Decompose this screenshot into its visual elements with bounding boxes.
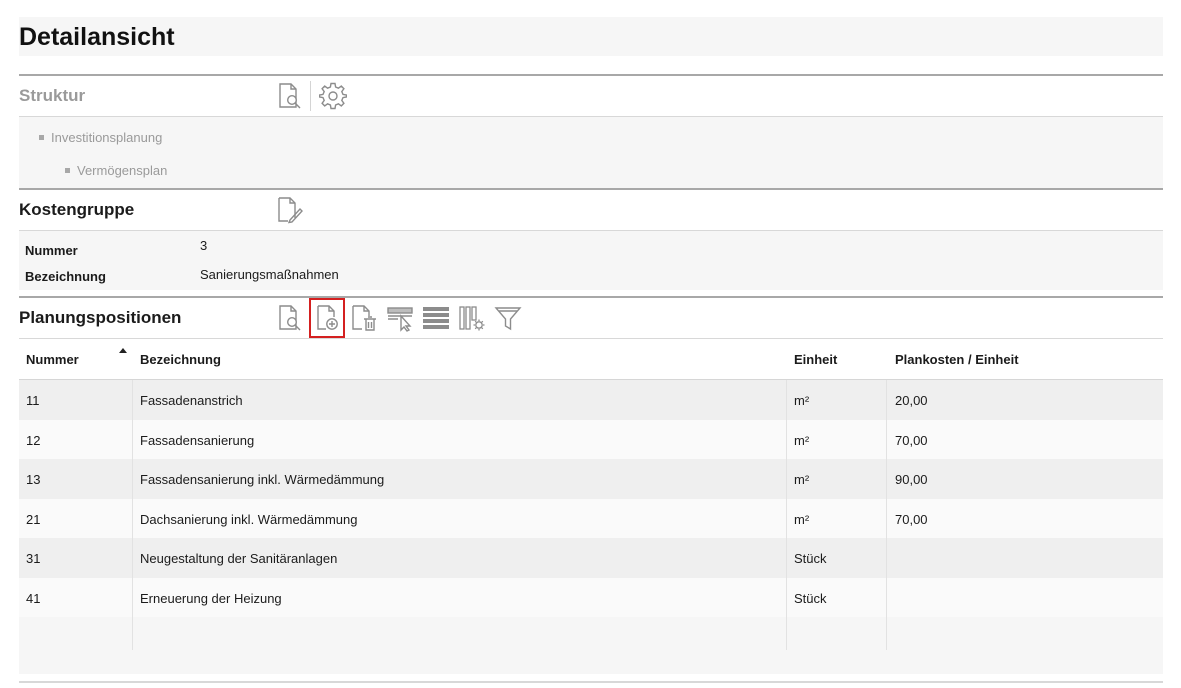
column-header-plankosten[interactable]: Plankosten / Einheit [895, 352, 1019, 367]
cell-bezeichnung: Fassadenanstrich [140, 393, 243, 408]
document-edit-icon[interactable] [274, 194, 306, 226]
cell-plankosten: 70,00 [895, 432, 928, 448]
column-settings-icon[interactable] [456, 302, 488, 334]
struktur-tree: Investitionsplanung Vermögensplan [19, 116, 1163, 188]
kostengruppe-toolbar [274, 194, 306, 226]
table-row[interactable]: 21 Dachsanierung inkl. Wärmedämmung m² 7… [19, 498, 1163, 538]
cell-bezeichnung: Dachsanierung inkl. Wärmedämmung [140, 511, 358, 527]
field-value: 3 [200, 238, 208, 253]
kostengruppe-header: Kostengruppe [19, 188, 1163, 230]
document-add-icon[interactable] [309, 298, 345, 338]
cell-einheit: m² [794, 511, 810, 527]
sort-ascending-icon[interactable] [119, 348, 127, 353]
tree-bullet [39, 135, 44, 140]
cell-plankosten: 70,00 [895, 511, 928, 527]
struktur-label: Struktur [19, 86, 86, 105]
cell-bezeichnung: Erneuerung der Heizung [140, 590, 282, 606]
planungspositionen-toolbar [274, 298, 524, 338]
gear-icon[interactable] [317, 80, 349, 112]
tree-item-label: Investitionsplanung [51, 130, 163, 145]
kostengruppe-details: Nummer 3 Bezeichnung Sanierungsmaßnahmen [19, 230, 1163, 290]
column-select-icon[interactable] [384, 302, 416, 334]
bottom-divider [19, 681, 1163, 683]
column-divider [786, 380, 787, 650]
table-row[interactable]: 13 Fassadensanierung inkl. Wärmedämmung … [19, 459, 1163, 499]
tree-bullet [65, 168, 70, 173]
field-key: Nummer [25, 243, 78, 258]
detail-view: Detailansicht Struktur Investitionsplanu… [19, 17, 1163, 674]
cell-nummer: 11 [26, 393, 40, 408]
document-delete-icon[interactable] [348, 302, 380, 334]
struktur-header: Struktur [19, 74, 1163, 116]
field-value: Sanierungsmaßnahmen [200, 267, 339, 282]
cell-bezeichnung: Neugestaltung der Sanitäranlagen [140, 551, 338, 566]
table-row[interactable]: 11 Fassadenanstrich m² 20,00 [19, 380, 1163, 420]
tree-item-level-2[interactable]: Vermögensplan [65, 163, 167, 178]
title-bar: Detailansicht [19, 17, 1163, 56]
table-row[interactable]: 31 Neugestaltung der Sanitäranlagen Stüc… [19, 538, 1163, 578]
cell-plankosten: 90,00 [895, 472, 928, 487]
field-nummer: Nummer 3 [25, 238, 207, 258]
field-bezeichnung: Bezeichnung Sanierungsmaßnahmen [25, 267, 339, 284]
cell-einheit: m² [794, 393, 810, 408]
cell-bezeichnung: Fassadensanierung [140, 432, 255, 448]
cell-plankosten: 20,00 [895, 393, 928, 408]
column-divider [886, 380, 887, 650]
column-header-bezeichnung[interactable]: Bezeichnung [140, 352, 221, 367]
page-title: Detailansicht [19, 23, 175, 51]
planungspositionen-table: Nummer Bezeichnung Einheit Plankosten / … [19, 338, 1163, 674]
tree-item-level-1[interactable]: Investitionsplanung [39, 130, 162, 145]
document-search-icon[interactable] [274, 302, 306, 334]
document-search-icon[interactable] [274, 80, 306, 112]
struktur-toolbar [274, 80, 349, 112]
planungspositionen-label: Planungspositionen [19, 308, 182, 327]
kostengruppe-label: Kostengruppe [19, 200, 135, 219]
field-key: Bezeichnung [25, 269, 106, 284]
cell-nummer: 12 [26, 432, 41, 448]
cell-einheit: Stück [794, 551, 827, 566]
cell-einheit: m² [794, 472, 810, 487]
table-header: Nummer Bezeichnung Einheit Plankosten / … [19, 339, 1163, 380]
table-row[interactable]: 12 Fassadensanierung m² 70,00 [19, 419, 1163, 459]
column-header-einheit[interactable]: Einheit [794, 352, 837, 367]
filter-icon[interactable] [492, 302, 524, 334]
planungspositionen-header: Planungspositionen [19, 296, 1163, 338]
cell-nummer: 13 [26, 472, 41, 487]
rows-icon[interactable] [420, 302, 452, 334]
cell-einheit: m² [794, 432, 810, 448]
cell-bezeichnung: Fassadensanierung inkl. Wärmedämmung [140, 472, 385, 487]
toolbar-separator [310, 81, 311, 111]
column-divider [132, 380, 133, 650]
tree-item-label: Vermögensplan [77, 163, 168, 178]
cell-nummer: 41 [26, 590, 41, 606]
table-row[interactable]: 41 Erneuerung der Heizung Stück [19, 577, 1163, 617]
column-header-nummer[interactable]: Nummer [26, 352, 79, 367]
cell-nummer: 31 [26, 551, 41, 566]
cell-einheit: Stück [794, 590, 827, 606]
cell-nummer: 21 [26, 511, 41, 527]
